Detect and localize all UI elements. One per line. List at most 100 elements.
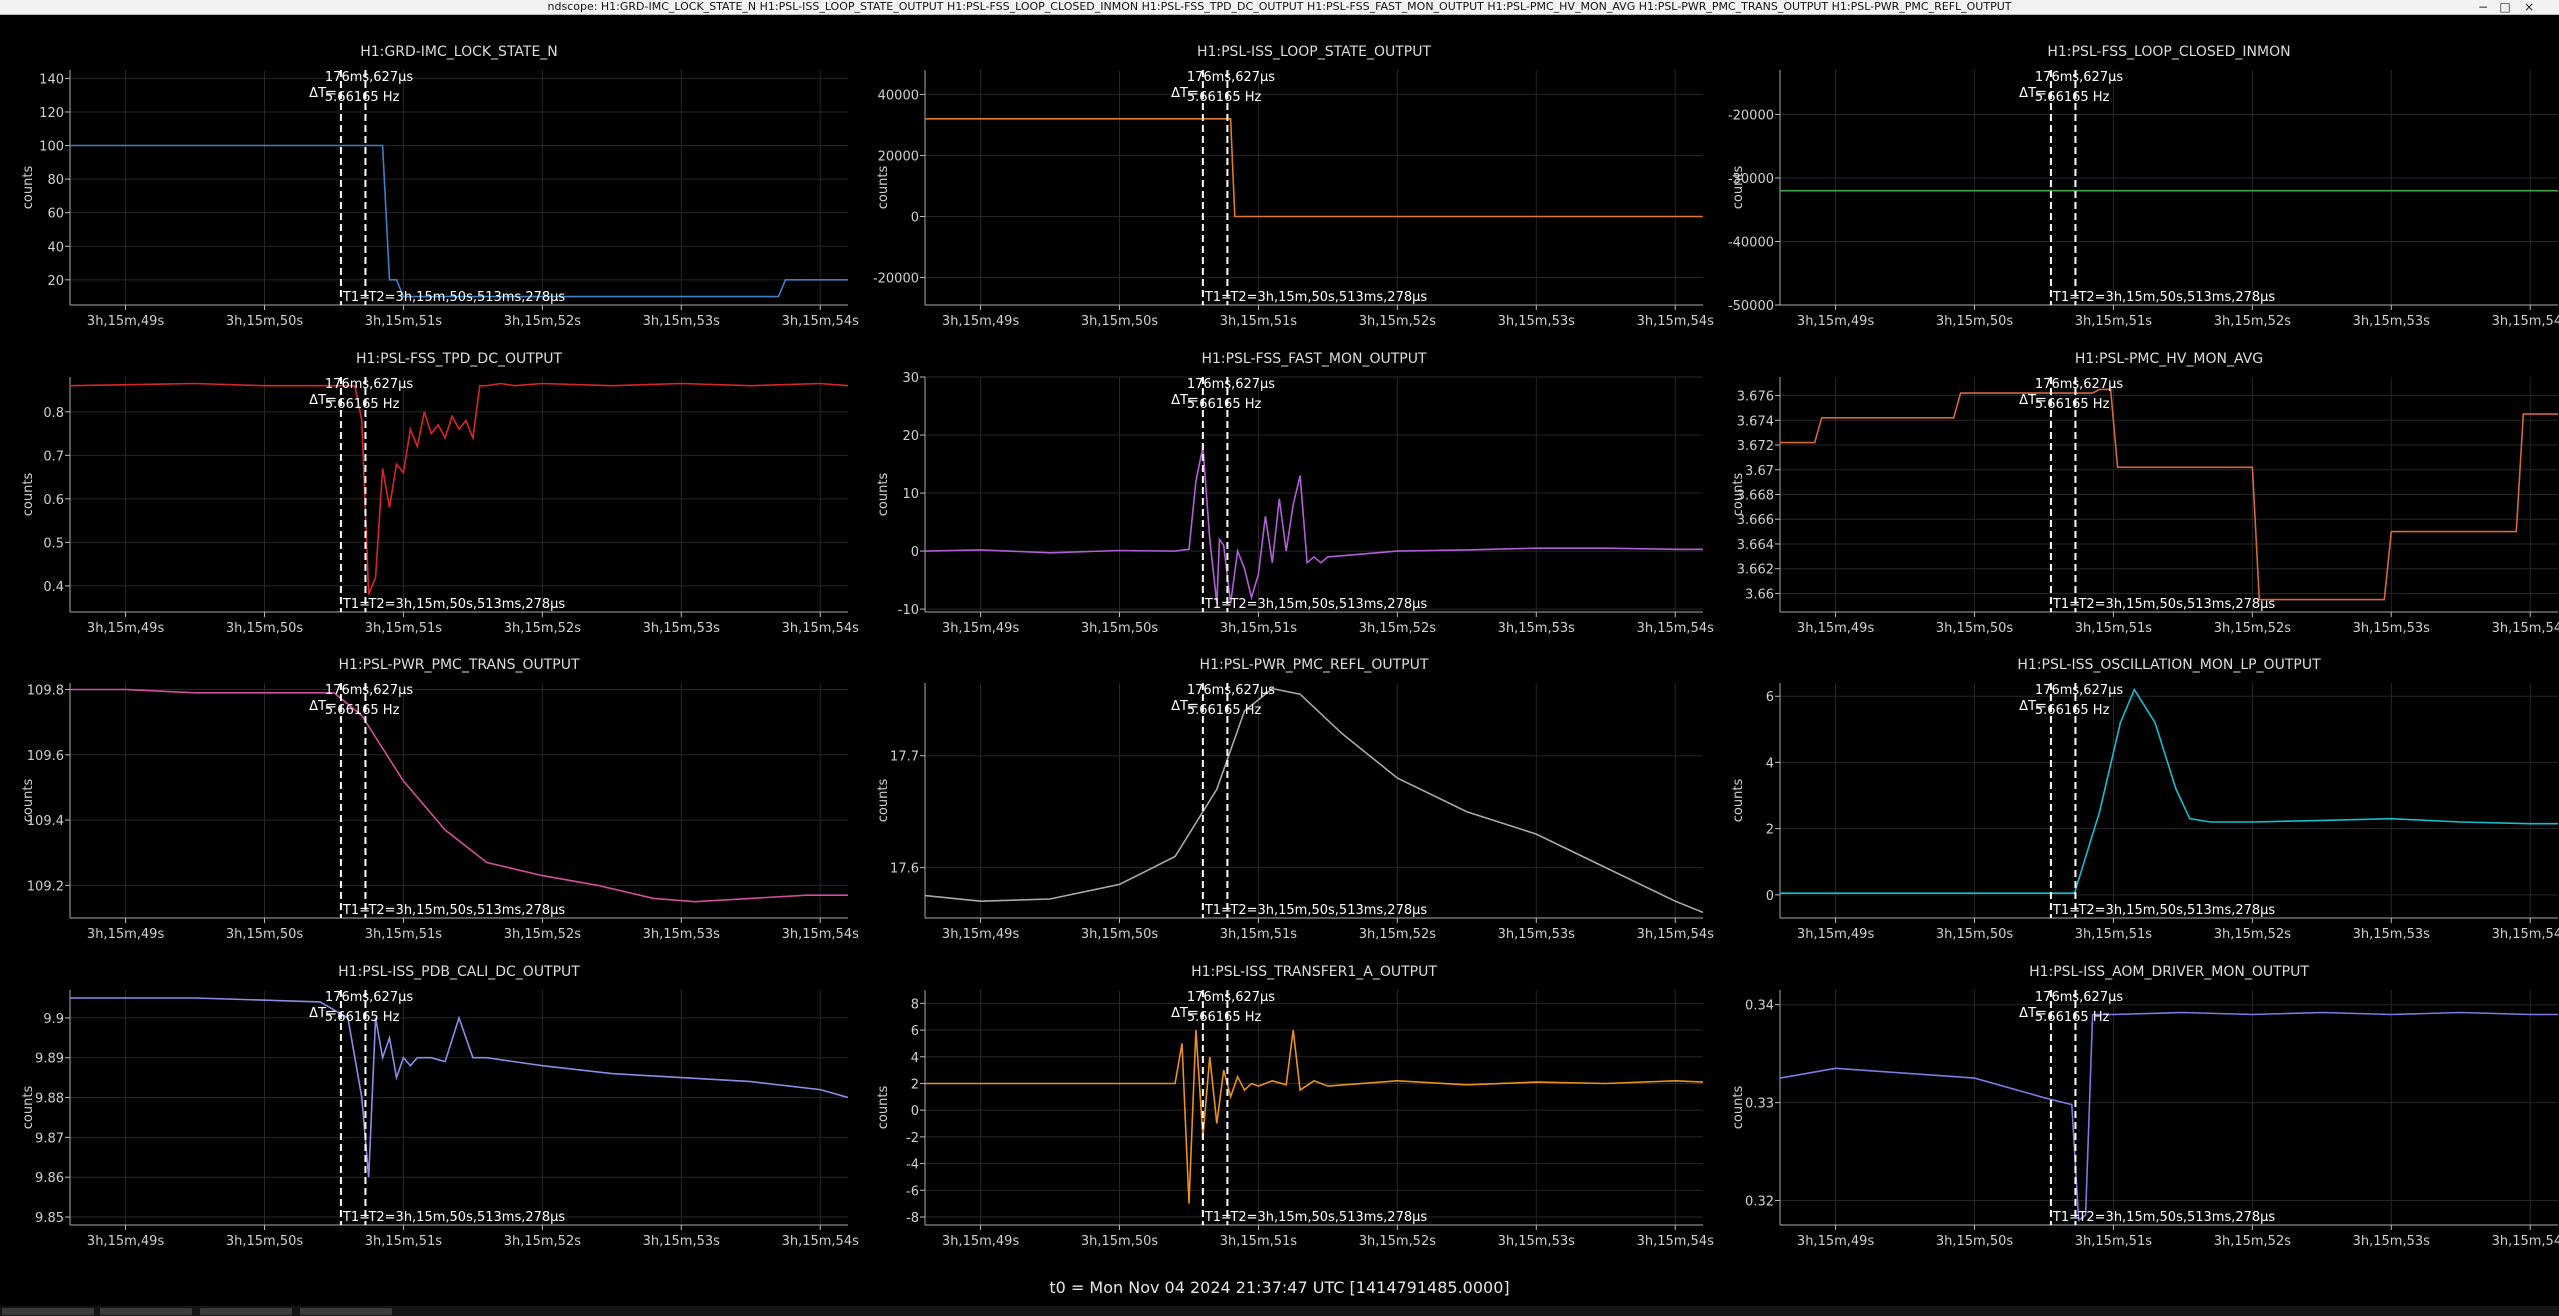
x-tick-label: 3h,15m,52s [2214, 1234, 2292, 1249]
x-tick-label: 3h,15m,49s [87, 927, 165, 942]
x-tick-label: 3h,15m,54s [1637, 1234, 1715, 1249]
y-tick-label: -20000 [1728, 108, 1774, 123]
plot-area [925, 683, 1703, 918]
plot-area [925, 990, 1703, 1225]
x-tick-label: 3h,15m,50s [226, 314, 304, 329]
x-tick-label: 3h,15m,50s [226, 1234, 304, 1249]
x-tick-label: 3h,15m,52s [1359, 314, 1437, 329]
plot-title: H1:PSL-FSS_LOOP_CLOSED_INMON [2047, 44, 2290, 60]
x-tick-label: 3h,15m,51s [1220, 621, 1298, 636]
y-tick-label: 9.89 [35, 1052, 64, 1067]
y-tick-label: 20 [47, 274, 64, 289]
taskbar-item[interactable] [300, 1308, 392, 1315]
x-tick-label: 3h,15m,52s [1359, 927, 1437, 942]
plot-panel: H1:PSL-PWR_PMC_TRANS_OUTPUT109.2109.4109… [21, 657, 859, 942]
x-tick-label: 3h,15m,52s [1359, 621, 1437, 636]
plot-title: H1:PSL-ISS_PDB_CALI_DC_OUTPUT [338, 964, 580, 980]
delta-t-value: 176ms,627μs [2035, 70, 2123, 85]
y-axis-label: counts [1731, 1086, 1746, 1130]
delta-freq-value: 5.66165 Hz [325, 397, 400, 412]
plot-area [1780, 70, 2558, 305]
taskbar-item[interactable] [100, 1308, 192, 1315]
plot-title: H1:PSL-ISS_LOOP_STATE_OUTPUT [1197, 44, 1432, 60]
t2-label: T2=3h,15m,50s,513ms,278μs [367, 290, 565, 305]
x-tick-label: 3h,15m,49s [1797, 314, 1875, 329]
t2-label: T2=3h,15m,50s,513ms,278μs [1229, 903, 1427, 918]
y-tick-label: -6 [906, 1184, 919, 1199]
x-tick-label: 3h,15m,49s [1797, 621, 1875, 636]
y-tick-label: 4 [911, 1051, 919, 1066]
x-tick-label: 3h,15m,52s [2214, 621, 2292, 636]
x-tick-label: 3h,15m,54s [2492, 621, 2559, 636]
y-tick-label: 6 [1766, 690, 1774, 705]
x-tick-label: 3h,15m,54s [782, 621, 860, 636]
x-tick-label: 3h,15m,50s [1936, 621, 2014, 636]
plot-area [1780, 683, 2558, 918]
x-tick-label: 3h,15m,53s [1498, 314, 1576, 329]
x-tick-label: 3h,15m,51s [365, 621, 443, 636]
y-tick-label: 20000 [878, 149, 919, 164]
x-tick-label: 3h,15m,53s [2353, 621, 2431, 636]
plot-panel: H1:PSL-FSS_LOOP_CLOSED_INMON -50000 -40000… [1728, 44, 2559, 329]
y-tick-label: 20 [902, 429, 919, 444]
x-tick-label: 3h,15m,52s [504, 314, 582, 329]
x-tick-label: 3h,15m,54s [782, 1234, 860, 1249]
x-tick-label: 3h,15m,53s [643, 1234, 721, 1249]
close-button[interactable]: × [2520, 0, 2538, 14]
x-tick-label: 3h,15m,51s [1220, 1234, 1298, 1249]
x-tick-label: 3h,15m,53s [2353, 314, 2431, 329]
x-tick-label: 3h,15m,53s [1498, 927, 1576, 942]
y-tick-label: -10 [898, 603, 919, 618]
x-tick-label: 3h,15m,54s [1637, 314, 1715, 329]
x-tick-label: 3h,15m,51s [1220, 927, 1298, 942]
t2-label: T2=3h,15m,50s,513ms,278μs [367, 903, 565, 918]
y-axis-label: counts [876, 473, 891, 517]
y-tick-label: 0 [1766, 889, 1774, 904]
maximize-button[interactable]: □ [2496, 0, 2514, 14]
y-tick-label: 60 [47, 207, 64, 222]
t1-label: T1= [1204, 597, 1232, 612]
t1-label: T1= [342, 903, 370, 918]
window-title: ndscope: H1:GRD-IMC_LOCK_STATE_N H1:PSL-… [547, 0, 2012, 13]
t2-label: T2=3h,15m,50s,513ms,278μs [2077, 1210, 2275, 1225]
x-tick-label: 3h,15m,54s [2492, 927, 2559, 942]
taskbar-item[interactable] [2, 1308, 94, 1315]
y-tick-label: 109.2 [27, 879, 64, 894]
y-tick-label: 3.67 [1745, 464, 1774, 479]
x-tick-label: 3h,15m,51s [365, 1234, 443, 1249]
y-tick-label: 30 [902, 371, 919, 386]
t2-label: T2=3h,15m,50s,513ms,278μs [2077, 290, 2275, 305]
y-tick-label: 3.66 [1745, 587, 1774, 602]
y-tick-label: 0.5 [43, 536, 64, 551]
plot-area [925, 377, 1703, 612]
t2-label: T2=3h,15m,50s,513ms,278μs [367, 597, 565, 612]
x-tick-label: 3h,15m,51s [1220, 314, 1298, 329]
y-tick-label: -50000 [1728, 299, 1774, 314]
y-tick-label: 0.4 [43, 580, 64, 595]
y-tick-label: 0 [911, 545, 919, 560]
plot-title: H1:PSL-PWR_PMC_REFL_OUTPUT [1200, 657, 1429, 673]
plot-title: H1:GRD-IMC_LOCK_STATE_N [360, 44, 558, 60]
plot-panel: H1:GRD-IMC_LOCK_STATE_N 20 40 60 80 100 120 140… [21, 44, 859, 329]
y-tick-label: 8 [911, 997, 919, 1012]
x-tick-label: 3h,15m,50s [1081, 621, 1159, 636]
x-tick-label: 3h,15m,53s [643, 314, 721, 329]
delta-freq-value: 5.66165 Hz [2035, 90, 2110, 105]
y-tick-label: 0 [911, 210, 919, 225]
y-axis-label: counts [21, 473, 36, 517]
x-tick-label: 3h,15m,50s [1936, 1234, 2014, 1249]
t1-label: T1= [2052, 1210, 2080, 1225]
delta-t-value: 176ms,627μs [1187, 70, 1275, 85]
delta-t-value: 176ms,627μs [325, 990, 413, 1005]
x-tick-label: 3h,15m,50s [1081, 1234, 1159, 1249]
x-tick-label: 3h,15m,52s [2214, 927, 2292, 942]
delta-freq-value: 5.66165 Hz [2035, 1010, 2110, 1025]
x-tick-label: 3h,15m,53s [643, 621, 721, 636]
x-tick-label: 3h,15m,49s [1797, 1234, 1875, 1249]
minimize-button[interactable]: − [2474, 0, 2492, 14]
taskbar-item[interactable] [200, 1308, 292, 1315]
x-tick-label: 3h,15m,49s [1797, 927, 1875, 942]
x-tick-label: 3h,15m,50s [226, 927, 304, 942]
delta-t-value: 176ms,627μs [325, 683, 413, 698]
t2-label: T2=3h,15m,50s,513ms,278μs [1229, 290, 1427, 305]
